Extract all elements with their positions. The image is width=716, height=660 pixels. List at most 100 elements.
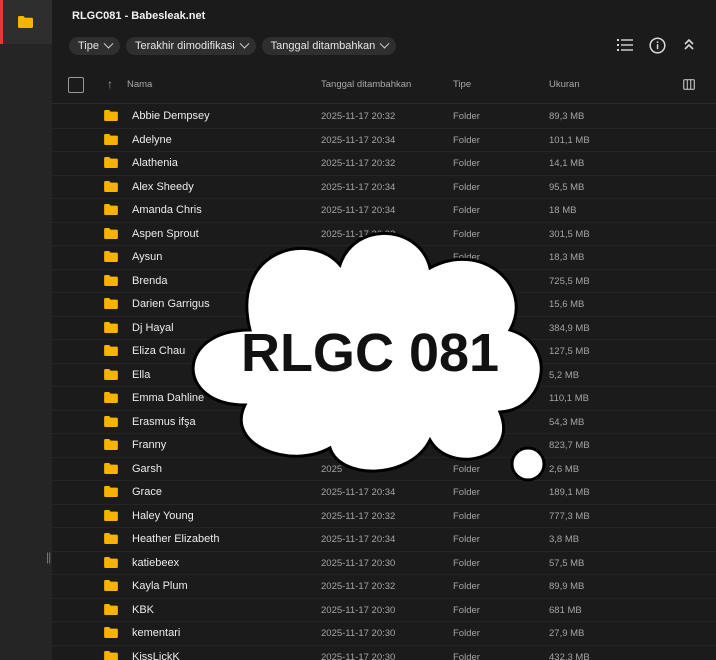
table-row[interactable]: KBK 2025-11-17 20:30 Folder 681 MB [52, 599, 716, 622]
row-name[interactable]: Garsh [132, 463, 162, 475]
row-name[interactable]: KissLickK [132, 651, 180, 660]
table-row[interactable]: Aysun Folder 18,3 MB [52, 246, 716, 270]
table-row[interactable]: Grace 2025-11-17 20:34 Folder 189,1 MB [52, 481, 716, 505]
row-date: 2025-11-17 20:32 [321, 581, 396, 592]
sidebar-item-folder[interactable] [0, 0, 52, 44]
filter-type[interactable]: Tipe [69, 37, 120, 55]
row-name[interactable]: Aspen Sprout [132, 228, 199, 240]
table-row[interactable]: Brenda 725,5 MB [52, 270, 716, 293]
row-size: 57,5 MB [549, 557, 585, 569]
table-row[interactable]: Abbie Dempsey 2025-11-17 20:32 Folder 89,3 … [52, 105, 716, 129]
sort-ascending-icon[interactable]: ↑ [107, 77, 113, 91]
row-name[interactable]: Adelyne [132, 134, 172, 146]
row-type: Folder [453, 510, 480, 522]
row-date: 2025-11-17 20:30 [321, 604, 396, 616]
row-type: Folder [453, 228, 480, 240]
row-name[interactable]: katiebeex [132, 557, 179, 569]
table-row[interactable]: KissLickK 2025-11-17 20:30 Folder 432,3 MB [52, 646, 716, 660]
table-row[interactable]: Erasmus ifşa 54,3 MB [52, 411, 716, 434]
folder-icon [104, 133, 118, 145]
collapse-button[interactable] [680, 36, 698, 54]
info-button[interactable] [648, 36, 666, 54]
filter-added-label: Tanggal ditambahkan [270, 40, 376, 52]
toolbar [616, 36, 698, 54]
folder-icon [104, 533, 118, 544]
folder-icon [104, 345, 118, 356]
row-name[interactable]: Grace [132, 486, 162, 498]
row-date: 2025-11-17 20:30 [321, 651, 396, 660]
table-row[interactable]: Amanda Chris 2025-11-17 20:34 Folder 18 MB [52, 199, 716, 223]
folder-icon [104, 556, 118, 568]
table-row[interactable]: Alex Sheedy 2025-11-17 20:34 Folder 95,5 MB [52, 176, 716, 199]
chevron-down-icon [379, 38, 390, 49]
row-name[interactable]: Eliza Chau [132, 345, 185, 357]
table-row[interactable]: Emma Dahline 110,1 MB [52, 387, 716, 411]
row-type: Folder [453, 181, 480, 193]
row-size: 3,8 MB [549, 534, 580, 545]
row-name[interactable]: Dj Hayal [132, 322, 174, 334]
row-name[interactable]: Darien Garrigus [132, 298, 210, 310]
row-name[interactable]: Franny [132, 439, 166, 451]
folder-icon [104, 368, 118, 380]
table-row[interactable]: Garsh 2025 Folder 2,6 MB [52, 458, 716, 481]
table-row[interactable]: Aspen Sprout 2025-11-17 20:32 Folder 301,5 … [52, 223, 716, 246]
folder-icon [104, 110, 118, 121]
table-row[interactable]: Heather Elizabeth 2025-11-17 20:34 Folder 3… [52, 528, 716, 552]
folder-icon [104, 321, 118, 333]
columns-icon[interactable] [683, 79, 695, 90]
row-name[interactable]: Aysun [132, 251, 162, 263]
row-name[interactable]: KBK [132, 604, 154, 616]
row-name[interactable]: Kayla Plum [132, 580, 188, 592]
folder-icon [104, 392, 118, 403]
folder-icon [104, 227, 118, 239]
row-size: 89,3 MB [549, 111, 585, 122]
row-name[interactable]: Haley Young [132, 510, 194, 522]
table-row[interactable]: Darien Garrigus 15,6 MB [52, 293, 716, 317]
row-date: 2025-11-17 20:34 [321, 181, 396, 193]
resize-handle[interactable]: || [46, 550, 51, 564]
table-row[interactable]: katiebeex 2025-11-17 20:30 Folder 57,5 MB [52, 552, 716, 575]
filter-added[interactable]: Tanggal ditambahkan [261, 37, 397, 55]
select-all-checkbox[interactable] [68, 77, 84, 93]
row-type: Folder [453, 651, 480, 660]
sidebar-rail [0, 0, 52, 660]
table-row[interactable]: kementari 2025-11-17 20:30 Folder 27,9 MB [52, 622, 716, 646]
row-name[interactable]: kementari [132, 627, 180, 639]
row-name[interactable]: Heather Elizabeth [132, 533, 219, 545]
filter-modified[interactable]: Terakhir dimodifikasi [126, 37, 256, 55]
row-name[interactable]: Emma Dahline [132, 392, 204, 404]
folder-icon [104, 157, 118, 168]
row-size: 95,5 MB [549, 181, 585, 193]
table-row[interactable]: Franny 823,7 MB [52, 434, 716, 458]
row-date: 2025-11-17 20:30 [321, 557, 396, 569]
row-type: Folder [453, 557, 480, 569]
column-header-size[interactable]: Ukuran [549, 79, 580, 90]
row-name[interactable]: Alathenia [132, 157, 178, 169]
column-header-type[interactable]: Tipe [453, 79, 471, 90]
row-type: Folder [453, 534, 480, 545]
row-size: 725,5 MB [549, 275, 590, 287]
row-date: 2025-11-17 20:32 [321, 158, 396, 169]
table-row[interactable]: Adelyne 2025-11-17 20:34 Folder 101,1 MB [52, 129, 716, 152]
row-size: 89,9 MB [549, 581, 585, 592]
row-type: Folder [453, 205, 480, 216]
row-name[interactable]: Abbie Dempsey [132, 110, 210, 122]
filter-bar: Tipe Terakhir dimodifikasi Tanggal ditam… [69, 37, 397, 55]
table-row[interactable]: Kayla Plum 2025-11-17 20:32 Folder 89,9 MB [52, 575, 716, 599]
row-type: Folder [453, 111, 480, 122]
folder-icon [104, 650, 118, 660]
row-name[interactable]: Amanda Chris [132, 204, 202, 216]
row-size: 384,9 MB [549, 322, 590, 334]
list-view-button[interactable] [616, 36, 634, 54]
row-name[interactable]: Brenda [132, 275, 167, 287]
table-row[interactable]: Haley Young 2025-11-17 20:32 Folder 777,3 M… [52, 505, 716, 528]
column-header-date[interactable]: Tanggal ditambahkan [321, 79, 411, 90]
row-name[interactable]: Alex Sheedy [132, 181, 194, 193]
row-size: 823,7 MB [549, 440, 590, 451]
column-header-name[interactable]: Nama [127, 79, 152, 90]
row-type: Folder [453, 581, 480, 592]
row-name[interactable]: Erasmus ifşa [132, 416, 196, 428]
table-row[interactable]: Alathenia 2025-11-17 20:32 Folder 14,1 MB [52, 152, 716, 176]
row-type: Folder [453, 158, 480, 169]
row-name[interactable]: Ella [132, 369, 150, 381]
